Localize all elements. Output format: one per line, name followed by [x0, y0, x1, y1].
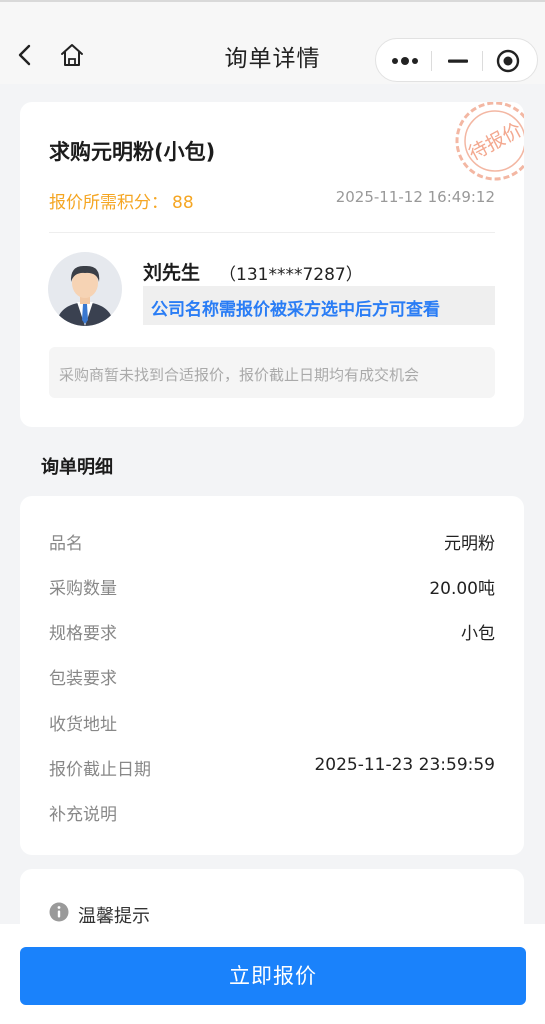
quote-now-button[interactable]: 立即报价	[20, 947, 526, 1005]
status-stamp: 待报价	[455, 102, 524, 181]
capsule-menu	[375, 38, 538, 82]
detail-row: 包装要求	[49, 664, 495, 689]
detail-label: 补充说明	[49, 805, 117, 825]
hint-box: 采购商暂未找到合适报价，报价截止日期均有成交机会	[49, 347, 495, 398]
inquiry-summary-card: 求购元明粉(小包) 待报价 报价所需积分： 88 2025-11-12 16:49…	[20, 102, 524, 427]
detail-label: 包装要求	[49, 669, 117, 689]
detail-label: 采购数量	[49, 579, 117, 599]
detail-value: 2025-11-23 23:59:59	[314, 755, 495, 775]
detail-row: 品名 元明粉	[49, 529, 495, 554]
detail-row: 规格要求 小包	[49, 619, 495, 644]
bottom-action-bar: 立即报价	[0, 924, 545, 1024]
buyer-phone: （131****7287）	[219, 265, 363, 285]
info-icon	[49, 902, 69, 922]
minimize-icon[interactable]	[446, 49, 470, 73]
points-label: 报价所需积分：	[49, 193, 168, 213]
avatar	[48, 252, 122, 326]
detail-row: 报价截止日期 2025-11-23 23:59:59	[49, 755, 495, 780]
detail-label: 收货地址	[49, 715, 117, 735]
close-target-icon[interactable]	[494, 49, 522, 73]
company-notice-box: 公司名称需报价被采方选中后方可查看	[143, 286, 495, 325]
points-required: 报价所需积分： 88	[49, 188, 194, 213]
buyer-name: 刘先生	[143, 262, 201, 284]
detail-value: 20.00吨	[429, 579, 495, 599]
capsule-separator	[431, 51, 432, 71]
detail-value: 元明粉	[444, 534, 495, 554]
detail-label: 品名	[49, 534, 83, 554]
more-dots-icon[interactable]	[390, 49, 422, 73]
detail-label: 规格要求	[49, 624, 117, 644]
inquiry-details-card: 品名 元明粉 采购数量 20.00吨 规格要求 小包 包装要求 收货地址 报价截…	[20, 496, 524, 855]
capsule-separator	[482, 51, 483, 71]
divider	[49, 232, 495, 233]
detail-row: 采购数量 20.00吨	[49, 574, 495, 599]
hint-text: 采购商暂未找到合适报价，报价截止日期均有成交机会	[59, 366, 420, 384]
status-stamp-text: 待报价	[465, 119, 524, 165]
detail-row: 补充说明	[49, 800, 495, 825]
company-notice-text: 公司名称需报价被采方选中后方可查看	[151, 300, 440, 320]
publish-datetime: 2025-11-12 16:49:12	[335, 188, 495, 206]
details-section-title: 询单明细	[41, 457, 113, 478]
points-value: 88	[172, 193, 194, 213]
detail-label: 报价截止日期	[49, 760, 151, 780]
nav-bar: 询单详情	[0, 0, 545, 84]
product-title: 求购元明粉(小包)	[49, 140, 216, 164]
detail-row: 收货地址	[49, 710, 495, 735]
detail-value: 小包	[461, 624, 495, 644]
